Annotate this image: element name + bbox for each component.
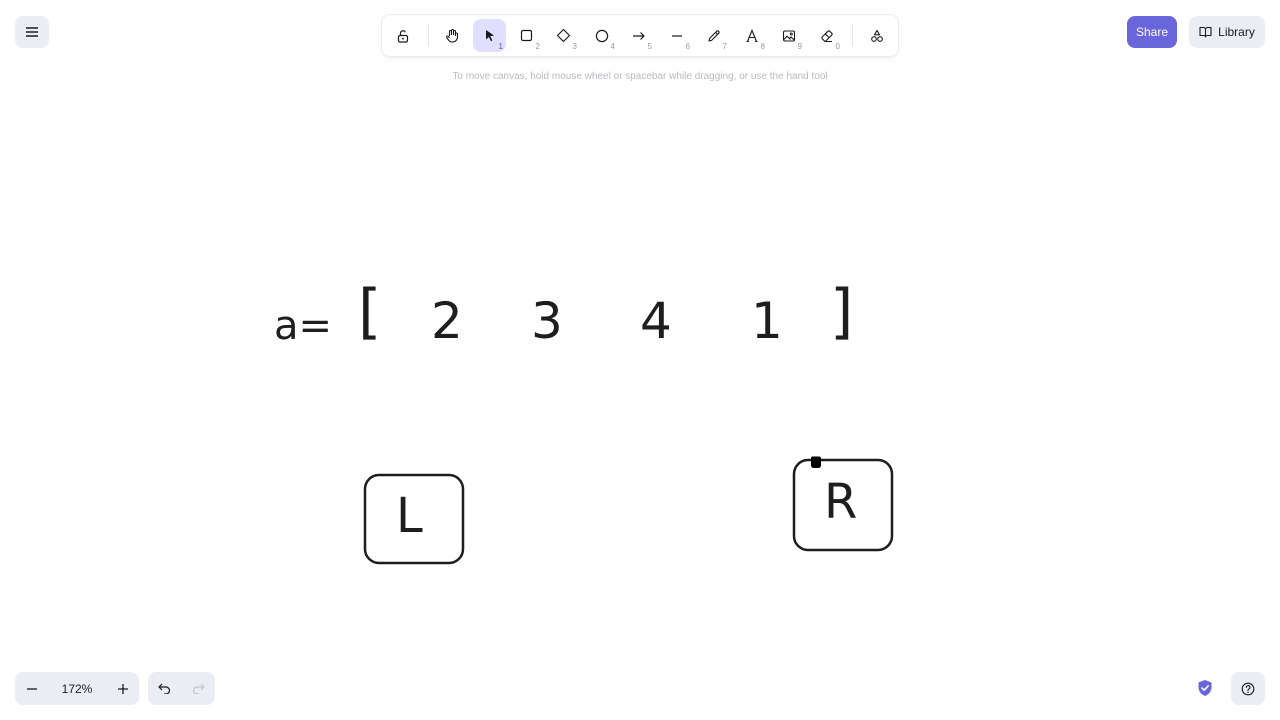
share-button[interactable]: Share [1127,16,1177,48]
ellipse-icon [595,29,608,42]
tool-key: 2 [535,42,540,51]
tool-key: 5 [647,42,652,51]
undo-icon [158,683,171,694]
tool-image[interactable]: 9 [772,19,805,52]
canvas-hint: To move canvas, hold mouse wheel or spac… [452,71,828,82]
array-label[interactable]: a= [274,306,332,346]
tool-ellipse[interactable]: 4 [585,19,618,52]
help-button[interactable] [1231,672,1265,705]
close-bracket[interactable]: ] [830,282,853,342]
box-left-label[interactable]: L [396,492,423,540]
shield-check-icon [1198,680,1212,696]
tool-key: 7 [722,42,727,51]
tool-key: 6 [685,42,690,51]
plus-icon [117,683,128,694]
question-circle-icon [1241,682,1255,695]
hamburger-icon [26,27,38,37]
drawing-canvas[interactable]: a= [ 2 3 4 1 ] L R [0,0,1280,720]
library-button[interactable]: Library [1189,16,1265,48]
tool-key: 0 [835,42,840,51]
array-value[interactable]: 2 [431,296,463,346]
array-value[interactable]: 4 [640,296,672,346]
rectangle-icon [520,29,533,42]
diamond-icon [556,28,571,43]
redo-icon [192,683,205,694]
tool-line[interactable]: 6 [660,19,693,52]
tool-draw[interactable]: 7 [697,19,730,52]
tool-hand[interactable] [436,19,469,52]
shapes-more-icon [870,29,883,42]
tool-text[interactable]: 8 [735,19,768,52]
library-label: Library [1218,25,1255,39]
tool-lock[interactable] [386,19,419,52]
open-bracket[interactable]: [ [358,282,381,342]
box-right-label[interactable]: R [824,478,857,526]
zoom-in-button[interactable] [106,672,139,705]
book-icon [1199,26,1212,38]
toolbar-divider [852,25,853,46]
tool-rectangle[interactable]: 2 [510,19,543,52]
array-value[interactable]: 3 [531,296,563,346]
text-icon [746,28,757,42]
pointer-icon [485,30,494,42]
tool-key: 3 [572,42,577,51]
tool-key: 4 [610,42,615,51]
array-value[interactable]: 1 [751,296,783,346]
tool-arrow[interactable]: 5 [622,19,655,52]
history-controls [148,672,215,705]
image-icon [782,29,795,42]
zoom-level-button[interactable]: 172% [48,672,106,705]
undo-button[interactable] [148,672,181,705]
minus-icon [26,687,37,690]
unlock-icon [397,29,408,43]
encryption-badge[interactable] [1194,677,1216,699]
tool-key: 1 [498,42,503,51]
zoom-out-button[interactable] [15,672,48,705]
shapes-toolbar: 1 2 3 4 5 6 7 8 9 0 [382,15,898,56]
grab-cursor-icon [811,456,821,468]
tool-key: 8 [760,42,765,51]
tool-eraser[interactable]: 0 [810,19,843,52]
tool-selection[interactable]: 1 [473,19,506,52]
main-menu-button[interactable] [15,16,49,48]
line-icon [671,34,682,37]
tool-key: 9 [797,42,802,51]
tool-extra-tools[interactable] [860,19,893,52]
eraser-icon [820,29,833,42]
excalidraw-app: a= [ 2 3 4 1 ] L R 1 2 3 4 5 6 7 8 9 0 T… [0,0,1280,720]
zoom-controls: 172% [15,672,139,705]
hand-icon [446,28,459,43]
redo-button[interactable] [182,672,215,705]
arrow-icon [632,31,645,40]
toolbar-divider [428,25,429,46]
tool-diamond[interactable]: 3 [547,19,580,52]
pencil-icon [707,29,720,42]
